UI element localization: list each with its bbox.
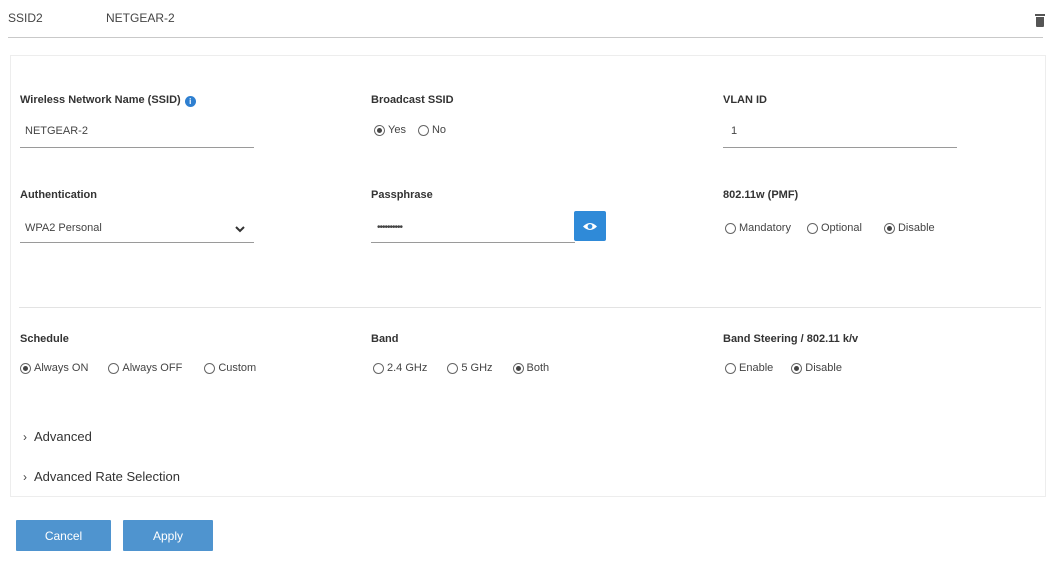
band-steering-disable-label: Disable	[805, 362, 842, 374]
authentication-select[interactable]: WPA2 Personal	[25, 222, 102, 234]
ssid-name-input[interactable]: NETGEAR-2	[25, 125, 88, 137]
broadcast-no-label: No	[431, 124, 447, 136]
broadcast-ssid-radio-group: Yes No	[374, 124, 446, 136]
ssid-header: SSID2 NETGEAR-2	[0, 0, 1057, 38]
show-passphrase-button[interactable]	[574, 211, 606, 241]
band-5ghz-label: 5 GHz	[461, 362, 493, 374]
pmf-optional-label: Optional	[820, 222, 862, 234]
schedule-custom-radio[interactable]: Custom	[204, 362, 256, 374]
pmf-optional-radio[interactable]: Optional	[806, 222, 862, 234]
ssid-settings-panel: Wireless Network Name (SSID) i NETGEAR-2 …	[10, 55, 1046, 497]
trash-icon[interactable]	[1035, 14, 1045, 27]
band-steering-radio-group: Enable Disable	[725, 362, 842, 374]
pmf-label: 802.11w (PMF)	[723, 189, 799, 201]
eye-icon	[583, 222, 597, 230]
ssid-name-underline	[20, 147, 254, 148]
schedule-label: Schedule	[20, 333, 69, 345]
info-icon[interactable]: i	[184, 96, 196, 107]
vlan-id-underline	[723, 147, 957, 148]
ssid-name-label-text: Wireless Network Name (SSID)	[20, 94, 181, 106]
schedule-always-off-radio[interactable]: Always OFF	[108, 362, 182, 374]
broadcast-no-radio[interactable]: No	[417, 124, 447, 136]
schedule-custom-label: Custom	[218, 362, 257, 374]
ssid-name-label: NETGEAR-2	[106, 11, 175, 25]
band-5ghz-radio[interactable]: 5 GHz	[447, 362, 493, 374]
band-steering-enable-label: Enable	[739, 362, 774, 374]
section-divider	[19, 307, 1041, 308]
band-steering-label: Band Steering / 802.11 k/v	[723, 333, 859, 345]
advanced-toggle[interactable]: › Advanced	[23, 429, 92, 444]
chevron-right-icon: ›	[23, 469, 27, 484]
vlan-id-label: VLAN ID	[723, 94, 767, 106]
pmf-disable-label: Disable	[897, 222, 935, 234]
advanced-rate-selection-toggle[interactable]: › Advanced Rate Selection	[23, 469, 180, 484]
advanced-label: Advanced	[34, 429, 92, 444]
band-both-label: Both	[526, 362, 550, 374]
band-steering-enable-radio[interactable]: Enable	[725, 362, 773, 374]
header-divider	[8, 37, 1043, 38]
band-24ghz-radio[interactable]: 2.4 GHz	[373, 362, 427, 374]
passphrase-label: Passphrase	[371, 189, 433, 201]
vlan-id-input[interactable]: 1	[731, 125, 737, 137]
authentication-label: Authentication	[20, 189, 97, 201]
schedule-always-off-label: Always OFF	[122, 362, 183, 374]
advanced-rate-selection-label: Advanced Rate Selection	[34, 469, 180, 484]
authentication-underline	[20, 242, 254, 243]
band-radio-group: 2.4 GHz 5 GHz Both	[373, 362, 549, 374]
band-24ghz-label: 2.4 GHz	[387, 362, 428, 374]
chevron-right-icon: ›	[23, 429, 27, 444]
chevron-down-icon[interactable]	[234, 223, 246, 235]
schedule-always-on-label: Always ON	[34, 362, 89, 374]
pmf-mandatory-label: Mandatory	[739, 222, 791, 234]
pmf-disable-radio[interactable]: Disable	[883, 222, 935, 234]
schedule-radio-group: Always ON Always OFF Custom	[20, 362, 256, 374]
schedule-always-on-radio[interactable]: Always ON	[20, 362, 88, 374]
pmf-radio-group: Mandatory Optional Disable	[725, 222, 935, 234]
apply-button[interactable]: Apply	[123, 520, 213, 551]
ssid-index-label: SSID2	[8, 11, 43, 25]
band-both-radio[interactable]: Both	[512, 362, 550, 374]
band-steering-disable-radio[interactable]: Disable	[791, 362, 842, 374]
broadcast-yes-label: Yes	[388, 124, 406, 136]
cancel-button[interactable]: Cancel	[16, 520, 111, 551]
band-label: Band	[371, 333, 399, 345]
pmf-mandatory-radio[interactable]: Mandatory	[725, 222, 791, 234]
broadcast-yes-radio[interactable]: Yes	[374, 124, 406, 136]
ssid-name-field-label: Wireless Network Name (SSID) i	[20, 94, 196, 107]
passphrase-input[interactable]: ••••••••••	[377, 222, 403, 233]
passphrase-underline	[371, 242, 575, 243]
broadcast-ssid-label: Broadcast SSID	[371, 94, 454, 106]
